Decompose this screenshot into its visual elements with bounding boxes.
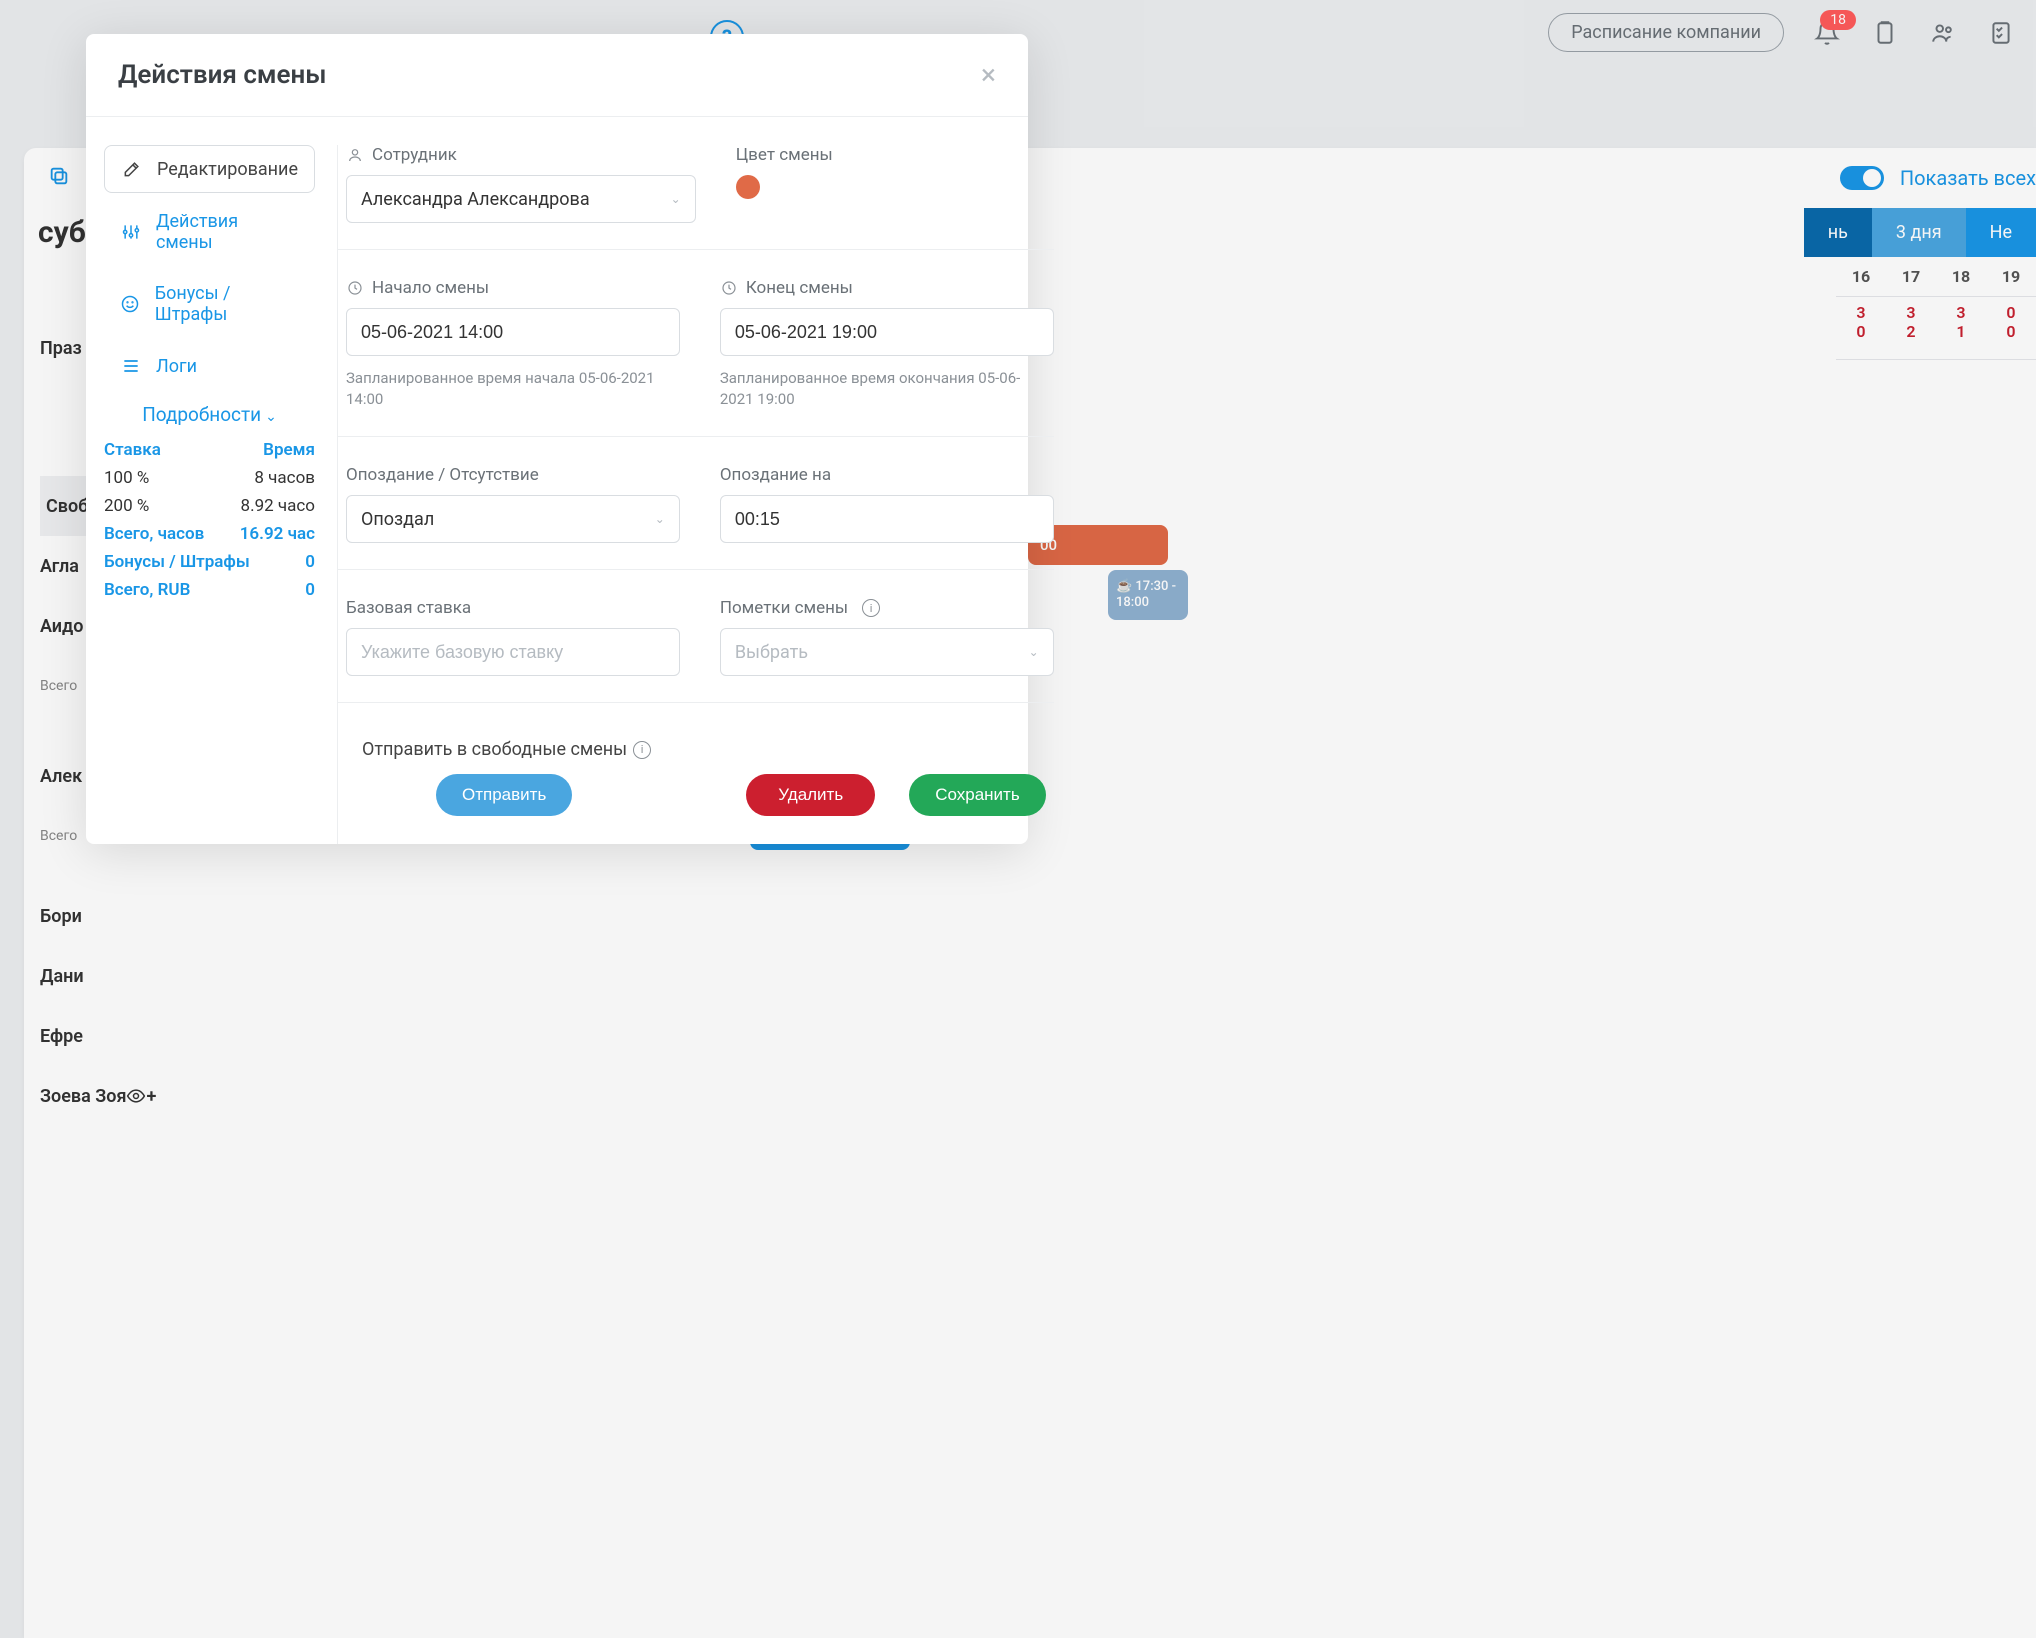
sidebar-item-label: Бонусы / Штрафы	[155, 283, 299, 325]
details-panel: Ставка Время 100 % 8 часов 200 % 8.92 ча…	[104, 436, 315, 604]
rate-value: 100 %	[104, 468, 149, 488]
tags-label: Пометки смены	[720, 598, 848, 618]
edit-icon	[121, 158, 143, 180]
sidebar-item-actions[interactable]: Действия смены	[104, 199, 315, 265]
tags-select[interactable]: Выбрать ⌄	[720, 628, 1054, 676]
lateness-select[interactable]: Опоздал ⌄	[346, 495, 680, 543]
employee-select[interactable]: Александра Александрова ⌄	[346, 175, 696, 223]
sidebar-item-label: Редактирование	[157, 159, 298, 180]
shift-actions-modal: Действия смены × Редактирование Действия…	[86, 34, 1028, 844]
chevron-down-icon: ⌄	[1029, 645, 1039, 659]
bonus-label: Бонусы / Штрафы	[104, 552, 250, 572]
chevron-down-icon: ⌄	[265, 409, 277, 425]
shift-color-swatch[interactable]	[736, 175, 760, 199]
start-label: Начало смены	[372, 278, 489, 298]
modal-sidebar: Редактирование Действия смены Бонусы / Ш…	[104, 145, 315, 844]
info-icon[interactable]: i	[633, 741, 651, 759]
info-icon[interactable]: i	[862, 599, 880, 617]
time-value: 8.92 часо	[241, 496, 315, 516]
details-toggle[interactable]: Подробности⌄	[104, 403, 315, 426]
chevron-down-icon: ⌄	[655, 512, 665, 526]
total-hours-label: Всего, часов	[104, 524, 204, 544]
sidebar-item-edit[interactable]: Редактирование	[104, 145, 315, 193]
base-rate-input[interactable]	[346, 628, 680, 676]
modal-title: Действия смены	[118, 60, 327, 90]
save-button[interactable]: Сохранить	[909, 774, 1045, 816]
clock-icon	[720, 279, 738, 297]
send-free-label: Отправить в свободные смены	[362, 739, 627, 760]
total-rub-value: 0	[305, 580, 315, 600]
shift-color-label: Цвет смены	[736, 145, 833, 165]
total-hours-value: 16.92 час	[240, 524, 315, 544]
send-button[interactable]: Отправить	[436, 774, 572, 816]
employee-label: Сотрудник	[372, 145, 457, 165]
sidebar-item-label: Действия смены	[156, 211, 299, 253]
person-icon	[346, 146, 364, 164]
late-duration-input[interactable]	[720, 495, 1054, 543]
modal-form: Сотрудник Александра Александрова ⌄ Цвет…	[337, 145, 1054, 844]
end-datetime-input[interactable]	[720, 308, 1054, 356]
bonus-value: 0	[305, 552, 315, 572]
end-label: Конец смены	[746, 278, 853, 298]
sliders-icon	[120, 221, 142, 243]
rate-value: 200 %	[104, 496, 149, 516]
time-header: Время	[263, 440, 315, 460]
close-icon[interactable]: ×	[981, 61, 996, 89]
total-rub-label: Всего, RUB	[104, 580, 190, 600]
sidebar-item-label: Логи	[156, 356, 197, 377]
start-hint: Запланированное время начала 05-06-2021 …	[346, 368, 680, 410]
end-hint: Запланированное время окончания 05-06-20…	[720, 368, 1054, 410]
smile-icon	[120, 293, 141, 315]
base-rate-label: Базовая ставка	[346, 598, 471, 618]
list-icon	[120, 355, 142, 377]
rate-header: Ставка	[104, 440, 161, 460]
clock-icon	[346, 279, 364, 297]
lateness-label: Опоздание / Отсутствие	[346, 465, 539, 485]
sidebar-item-logs[interactable]: Логи	[104, 343, 315, 389]
time-value: 8 часов	[254, 468, 315, 488]
late-duration-label: Опоздание на	[720, 465, 831, 485]
delete-button[interactable]: Удалить	[746, 774, 875, 816]
chevron-down-icon: ⌄	[671, 192, 681, 206]
sidebar-item-bonus[interactable]: Бонусы / Штрафы	[104, 271, 315, 337]
start-datetime-input[interactable]	[346, 308, 680, 356]
